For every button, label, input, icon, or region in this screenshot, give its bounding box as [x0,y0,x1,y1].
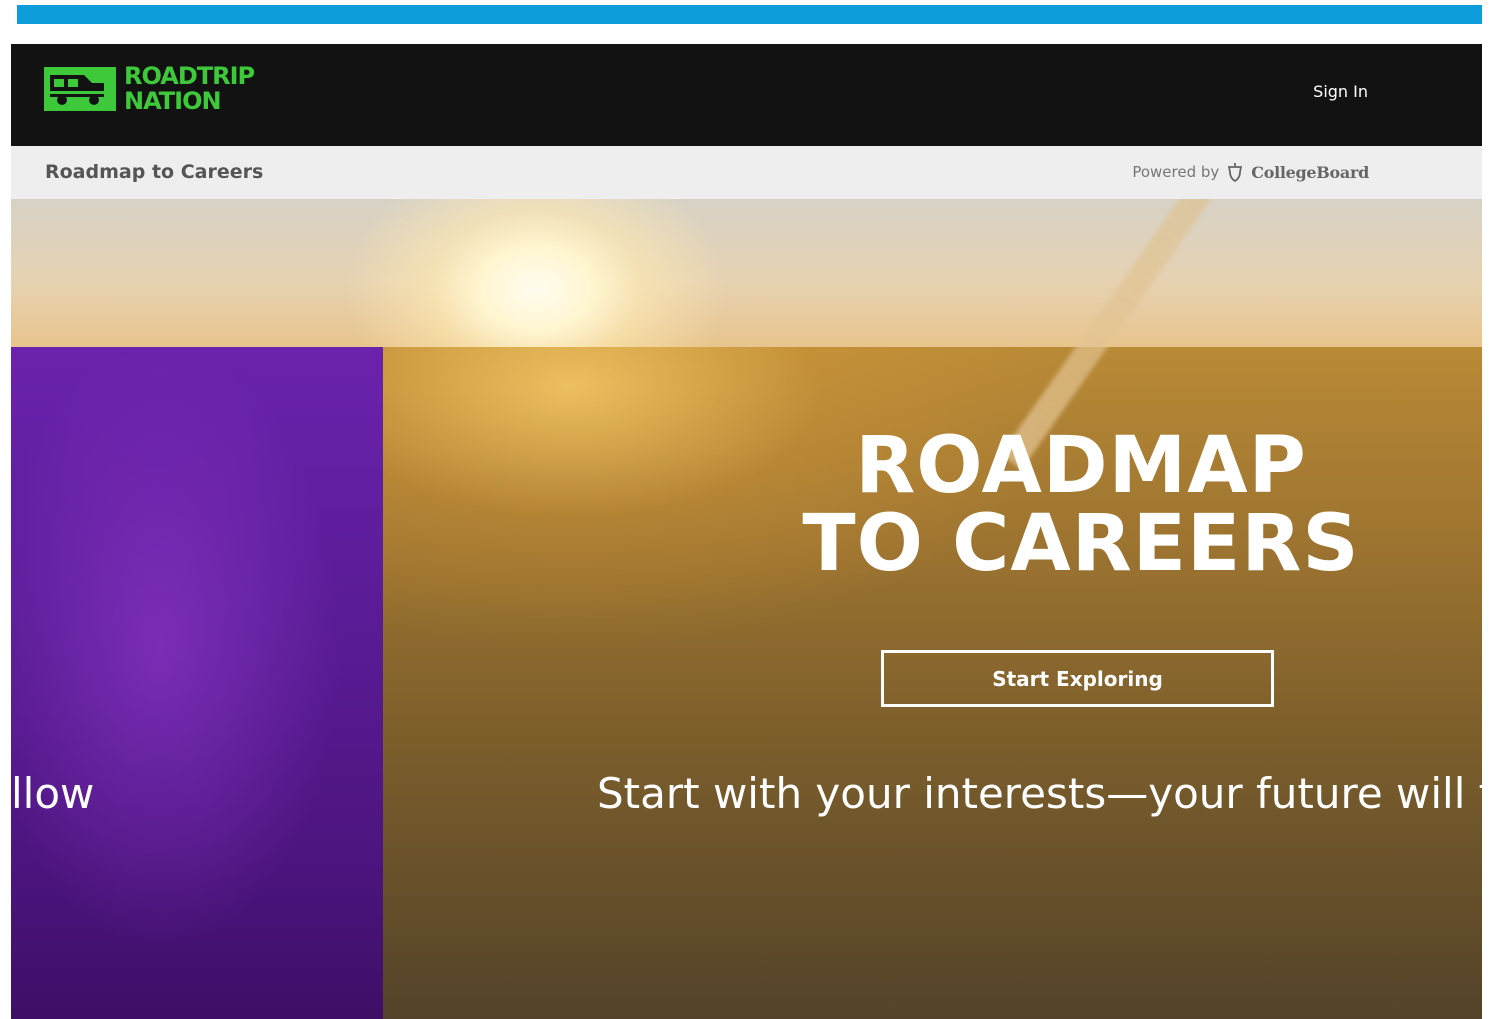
powered-by: Powered by CollegeBoard [1132,161,1369,183]
rv-icon [44,67,116,111]
start-exploring-button[interactable]: Start Exploring [881,650,1274,707]
powered-by-label: Powered by [1132,163,1220,181]
page-frame: ROADTRIP NATION Sign In Roadmap to Caree… [11,44,1482,1019]
hero-tagline: Start with your interests—your future wi… [597,769,1482,818]
tagline-overflow: llow [11,769,95,818]
sky-background [11,199,1482,349]
hero-banner: ROADMAP TO CAREERS Start Exploring llow … [11,199,1482,1019]
top-nav: ROADTRIP NATION Sign In [11,44,1482,146]
sub-nav: Roadmap to Careers Powered by CollegeBoa… [11,146,1482,200]
logo-line2: NATION [124,87,222,115]
carousel-slide-purple [11,347,383,1019]
accent-bar [17,5,1482,24]
hero-title-line2: TO CAREERS [802,499,1360,589]
logo-line1: ROADTRIP [124,62,255,90]
sign-in-link[interactable]: Sign In [1313,82,1368,101]
section-title[interactable]: Roadmap to Careers [45,161,263,183]
hero-title-line1: ROADMAP [855,421,1307,511]
hero-title: ROADMAP TO CAREERS [801,427,1361,583]
roadtrip-nation-logo[interactable]: ROADTRIP NATION [44,62,255,115]
acorn-icon [1228,163,1243,183]
college-board-logo[interactable]: CollegeBoard [1251,163,1369,182]
